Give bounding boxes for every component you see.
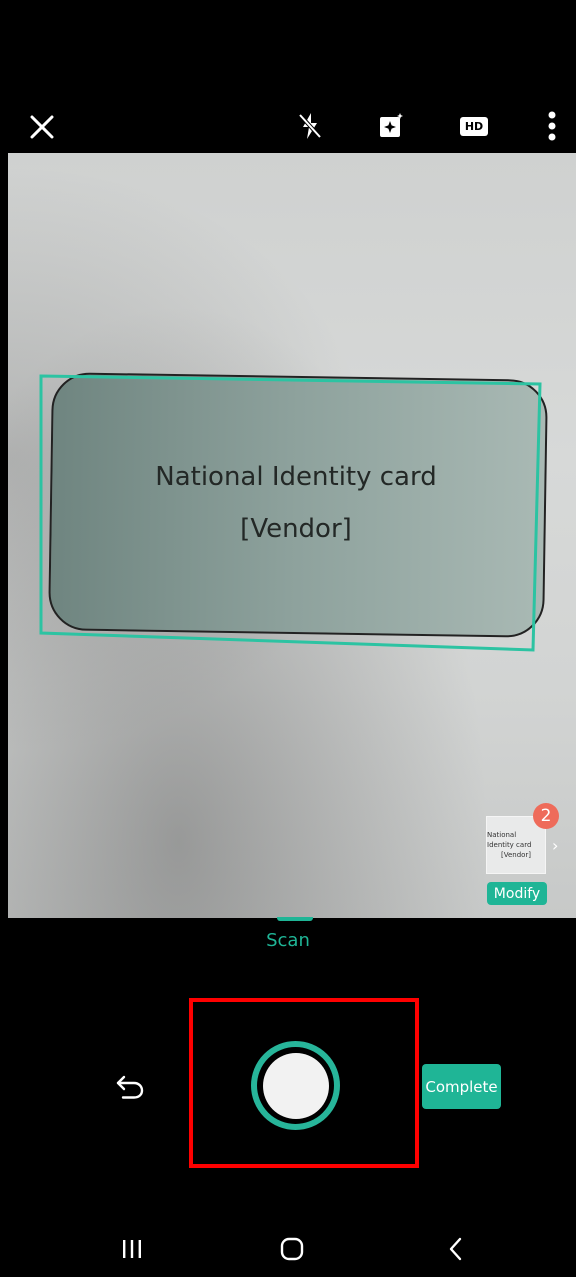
complete-button[interactable]: Complete xyxy=(422,1064,501,1109)
chevron-right-icon[interactable]: › xyxy=(552,836,558,855)
close-icon[interactable] xyxy=(26,111,58,143)
shutter-button[interactable] xyxy=(251,1041,340,1130)
flash-off-icon[interactable] xyxy=(292,108,328,144)
recents-icon[interactable] xyxy=(112,1234,152,1264)
hd-toggle[interactable]: HD xyxy=(457,112,491,140)
camera-scan-screen: HD National Identity card [Vendor] Natio… xyxy=(0,0,576,1277)
hd-label: HD xyxy=(459,116,489,136)
mode-indicator xyxy=(277,917,313,921)
enhance-icon[interactable] xyxy=(373,108,409,144)
card-title: National Identity card xyxy=(155,462,437,492)
home-icon[interactable] xyxy=(272,1234,312,1264)
more-vertical-icon[interactable] xyxy=(538,108,566,144)
shutter-icon xyxy=(262,1052,329,1119)
back-icon[interactable] xyxy=(436,1234,476,1264)
undo-icon[interactable] xyxy=(112,1069,148,1105)
page-count-badge: 2 xyxy=(533,803,559,829)
mode-tab-scan[interactable]: Scan xyxy=(0,930,576,951)
top-bar: HD xyxy=(0,0,576,153)
camera-preview[interactable]: National Identity card [Vendor] National… xyxy=(8,153,576,918)
scanned-thumbnail-group[interactable]: National Identity card [Vendor] 2 › Modi… xyxy=(486,803,566,916)
modify-button[interactable]: Modify xyxy=(487,882,547,905)
thumbnail-text-line2: [Vendor] xyxy=(500,851,532,859)
thumbnail-text-line1: National Identity card xyxy=(487,831,532,849)
card-vendor: [Vendor] xyxy=(240,514,352,544)
card-text: National Identity card [Vendor] xyxy=(50,376,542,630)
